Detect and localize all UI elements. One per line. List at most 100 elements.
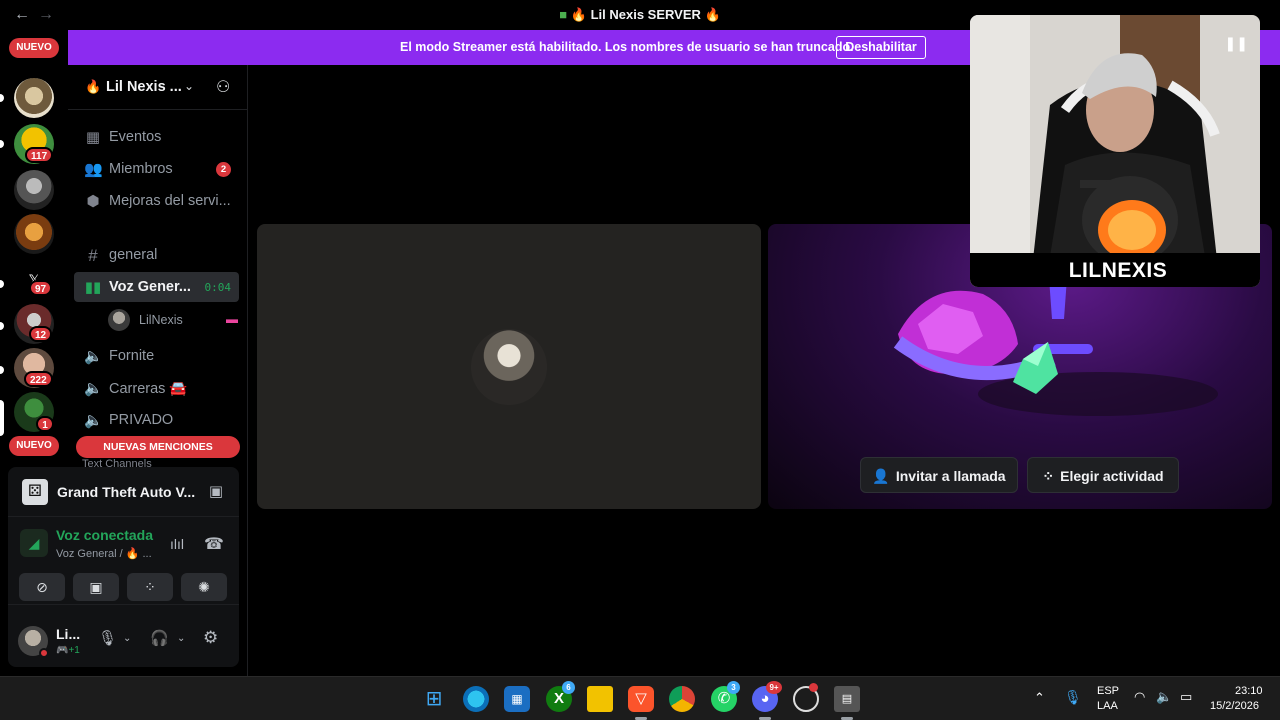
server-mention-badge: 97 [29,280,53,296]
activity-label: Elegir actividad [1060,468,1164,484]
channel-fornite[interactable]: 🔈 Fornite [74,341,239,371]
server-logo-icon: ■ [559,7,568,22]
channel-privado[interactable]: 🔈 PRIVADO [74,405,239,435]
discord-badge: 9+ [766,681,782,694]
screen-share-button[interactable]: ▣ [73,573,119,601]
server-mention-badge: 12 [29,326,53,342]
channel-label: Voz Gener... [109,279,191,295]
unread-indicator [0,94,4,102]
channel-voice-general[interactable]: ▮▮ Voz Gener... 0:04 [74,272,239,302]
wifi-icon[interactable]: ◠ [1134,689,1145,705]
recording-indicator [809,683,818,692]
gta-icon[interactable]: ▤ [834,686,860,712]
user-status: 🎮+1 [56,645,80,656]
server-icon[interactable] [14,214,54,254]
new-mentions-pill[interactable]: NUEVAS MENCIONES [76,436,240,458]
voice-connection: ◢ Voz conectada Voz General / 🔥 ... ılıl… [8,519,239,565]
server-icon[interactable] [14,170,54,210]
store-icon[interactable]: ▦ [504,686,530,712]
current-user: Li... 🎮+1 🎙 ⌄ 🎧 ⌄ ⚙ [8,614,239,666]
xbox-badge: 6 [562,681,575,694]
chrome-icon[interactable] [669,686,695,712]
microphone-tray-icon[interactable]: 🎙 [1064,689,1082,706]
participant-tile[interactable] [257,224,761,509]
channel-label: PRIVADO [109,412,174,428]
stream-game-icon[interactable]: ▣ [209,482,223,500]
voice-channel-path: Voz General / 🔥 ... [56,548,152,560]
boost-icon: ⬢ [86,193,100,210]
webcam-image [970,15,1260,287]
hash-icon: # [88,246,98,265]
sidebar-item-label: Miembros [109,161,173,177]
language-indicator[interactable]: ESP [1097,685,1119,697]
invite-people-icon[interactable]: ⚇ [216,77,230,97]
game-icon: ⚄ [22,479,48,505]
taskbar: ⊞ ▦ X 6 ▽ ✆ 3 ◕ 9+ ▤ ⌃ 🎙 ESP LAA ◠ 🔈 ▭ 2… [0,676,1280,720]
server-icon[interactable] [14,78,54,118]
headphones-icon[interactable]: 🎧 [150,629,169,647]
sidebar-item-members[interactable]: 👥 Miembros 2 [74,154,239,184]
user-panel: ⚄ Grand Theft Auto V... ▣ ◢ Voz conectad… [8,467,239,667]
whatsapp-badge: 3 [727,681,740,694]
server-mention-badge: 117 [25,147,54,163]
sidebar-item-boosts[interactable]: ⬢ Mejoras del servi... [74,186,239,216]
calendar-icon: ▦ [85,129,101,146]
sidebar-item-label: Mejoras del servi... [109,193,231,209]
invite-label: Invitar a llamada [895,468,1006,484]
clock-date[interactable]: 15/2/2026 [1210,700,1259,712]
channel-general[interactable]: # general [74,240,239,270]
chevron-down-icon[interactable]: ⌄ [184,79,194,93]
streaming-icon: ▬ [226,312,238,326]
server-mention-badge: 1 [36,416,54,432]
status-dnd-indicator [39,648,49,658]
channel-carreras[interactable]: 🔈 Carreras 🚘 [74,373,239,403]
disconnect-icon[interactable]: ☎ [204,534,224,554]
webcam-name-label: LILNEXIS [1068,259,1168,282]
file-explorer-icon[interactable] [587,686,613,712]
windows-start-icon[interactable]: ⊞ [421,686,447,712]
channel-label: general [109,247,158,263]
webcam-overlay: LILNEXIS ❚❚ [970,15,1260,287]
camera-off-button[interactable]: ⊘ [19,573,65,601]
participant-avatar [471,329,547,405]
members-icon: 👥 [84,161,103,178]
server-name: Lil Nexis ... [106,79,182,95]
show-hidden-icons[interactable]: ⌃ [1034,690,1045,706]
activities-button[interactable]: ⁘ [127,573,173,601]
activities-icon: ⁘ [1042,468,1055,484]
microphone-icon[interactable]: 🎙 [98,629,117,647]
chevron-down-icon[interactable]: ⌄ [177,633,185,644]
language-layout[interactable]: LAA [1097,700,1118,712]
window-title-text: Lil Nexis SERVER [590,7,701,22]
voice-participant[interactable]: LilNexis ▬ [108,308,238,332]
noise-suppression-icon[interactable]: ılıl [170,536,184,552]
speaker-icon: 🔈 [84,380,103,397]
clock-time[interactable]: 23:10 [1235,685,1263,697]
voice-active-icon: ▮▮ [84,279,102,296]
soundboard-button[interactable]: ✺ [181,573,227,601]
volume-icon[interactable]: 🔈 [1156,689,1172,705]
voice-status[interactable]: Voz conectada [56,527,153,543]
chevron-down-icon[interactable]: ⌄ [123,633,131,644]
activity-card[interactable]: ⚄ Grand Theft Auto V... ▣ [8,467,239,517]
sidebar-item-events[interactable]: ▦ Eventos [74,122,239,152]
pause-icon[interactable]: ❚❚ [1225,35,1248,52]
server-mention-badge: 222 [24,371,53,387]
choose-activity-button[interactable]: ⁘ Elegir actividad [1027,457,1179,493]
channel-label: Fornite [109,348,155,364]
disable-streamer-button[interactable]: Deshabilitar [836,36,926,59]
voice-timer: 0:04 [204,281,232,294]
edge-icon[interactable] [463,686,489,712]
new-bottom-pill[interactable]: NUEVO [9,436,59,456]
new-top-pill[interactable]: NUEVO [9,38,59,58]
battery-icon[interactable]: ▭ [1180,689,1192,705]
brave-browser-icon[interactable]: ▽ [628,686,654,712]
username[interactable]: Li... [56,626,80,642]
invite-to-call-button[interactable]: 👤 Invitar a llamada [860,457,1018,493]
gear-icon[interactable]: ⚙ [203,628,218,648]
participant-name: LilNexis [139,313,183,327]
unread-indicator [0,322,4,330]
signal-icon[interactable]: ◢ [20,529,48,557]
server-header[interactable]: 🔥 Lil Nexis ... ⌄ ⚇ [68,65,248,110]
speaker-icon: 🔈 [84,348,103,365]
